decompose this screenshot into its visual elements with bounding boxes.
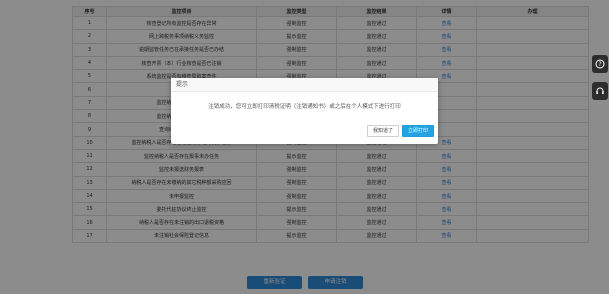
print-now-button[interactable]: 立即打印 [402, 125, 434, 137]
dialog-title: 提示 [171, 78, 438, 92]
acknowledge-button[interactable]: 我知道了 [367, 125, 399, 137]
headset-icon[interactable] [592, 82, 608, 100]
modal-overlay [0, 0, 609, 294]
dialog-message: 注销成功，您可立即打印清税证明（注销通知书）或之后在个人模式下进行打印 [208, 104, 401, 110]
help-icon[interactable]: ? [592, 55, 608, 73]
svg-text:?: ? [598, 61, 601, 68]
success-dialog: 提示 注销成功，您可立即打印清税证明（注销通知书）或之后在个人模式下进行打印 我… [171, 78, 438, 144]
